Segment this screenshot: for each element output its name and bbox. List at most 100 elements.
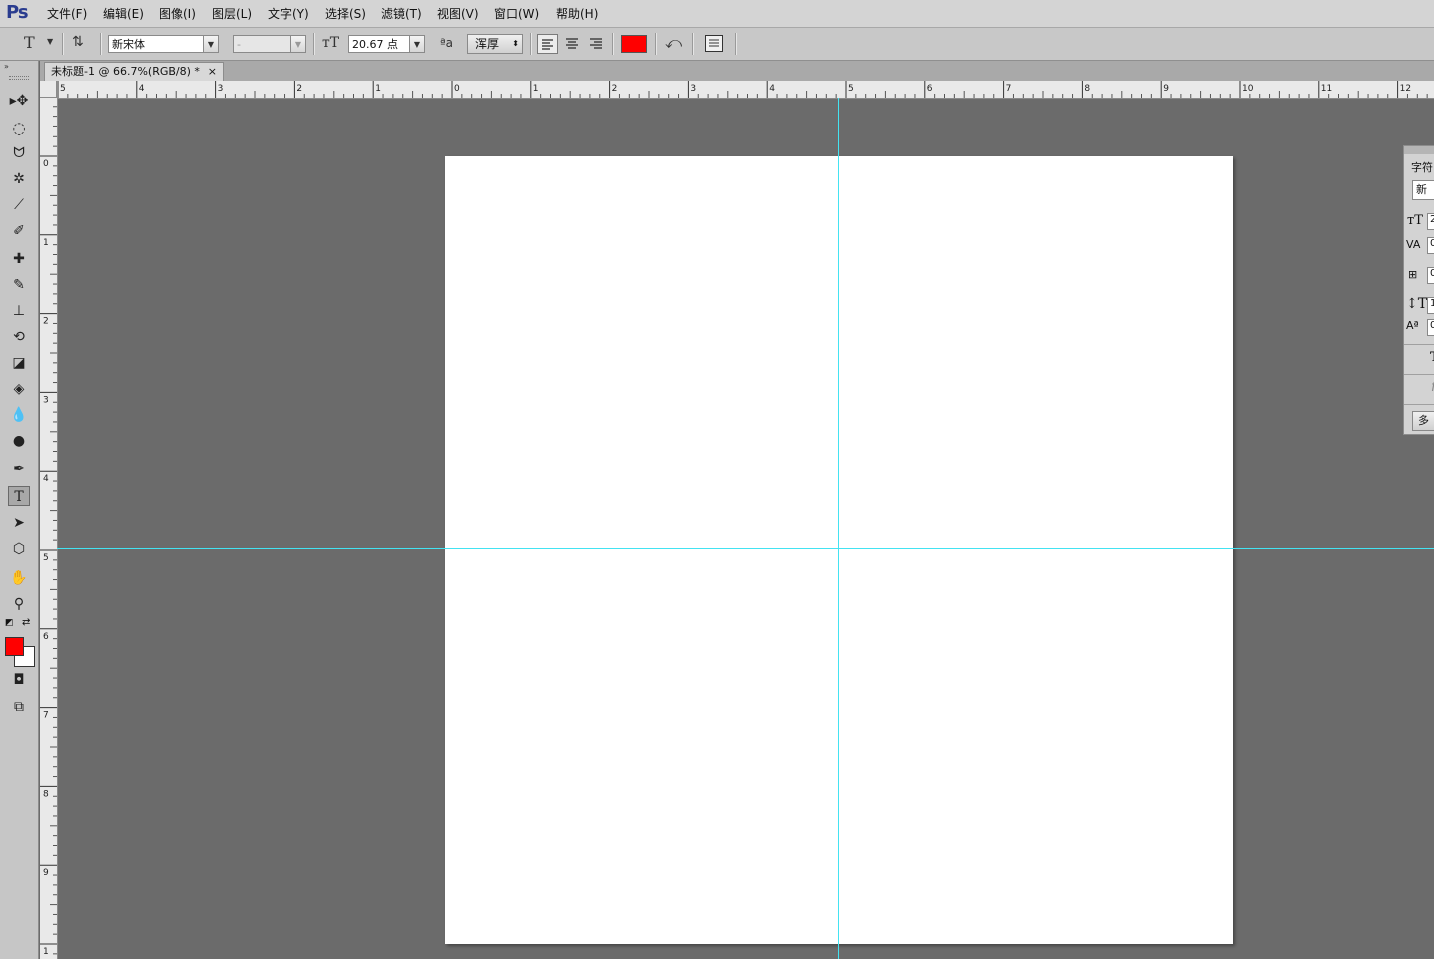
grip-handle[interactable] bbox=[9, 76, 29, 80]
menu-edit[interactable]: 编辑(E) bbox=[103, 5, 144, 22]
align-center-icon bbox=[566, 38, 578, 49]
ruler-label: 8 bbox=[1084, 84, 1090, 94]
text-color-swatch[interactable] bbox=[621, 35, 647, 53]
options-bar: T ▼ ⇅ 新宋体 ▼ - ▼ ᴛT 20.67 点 ▼ ªa 浑厚 ⬍ ⤺ bbox=[0, 28, 1434, 61]
ruler-label: 12 bbox=[1400, 84, 1411, 94]
menu-image[interactable]: 图像(I) bbox=[159, 5, 196, 22]
foreground-color-swatch[interactable] bbox=[5, 637, 24, 656]
panel-baseline-icon: Aª bbox=[1406, 319, 1419, 332]
menu-select[interactable]: 选择(S) bbox=[325, 5, 366, 22]
anti-alias-icon: ªa bbox=[440, 36, 454, 50]
paint-bucket-icon[interactable]: ◈ bbox=[8, 379, 30, 399]
character-panel-toggle-icon[interactable] bbox=[705, 35, 723, 52]
type-tool-preset-icon[interactable]: T bbox=[24, 33, 35, 52]
font-size-icon: ᴛT bbox=[322, 35, 340, 51]
quick-selection-icon[interactable]: ✲ bbox=[8, 169, 30, 189]
lasso-icon[interactable]: ᗢ bbox=[8, 143, 30, 163]
quick-mask-icon[interactable]: ◘ bbox=[8, 670, 30, 690]
panel-size-icon: ᴛT bbox=[1407, 213, 1423, 228]
app-logo: Ps bbox=[6, 2, 29, 23]
eyedropper-icon[interactable]: ✐ bbox=[8, 221, 30, 241]
character-panel-title[interactable]: 字符 bbox=[1411, 159, 1433, 175]
document-canvas[interactable] bbox=[445, 156, 1233, 944]
menu-filter[interactable]: 滤镜(T) bbox=[381, 5, 422, 22]
hand-tool-icon[interactable]: ✋ bbox=[8, 568, 30, 588]
faux-bold-button[interactable]: T bbox=[1430, 350, 1434, 365]
panel-kerning-field[interactable]: 0 bbox=[1427, 237, 1434, 254]
crop-tool-icon[interactable]: ⟋ bbox=[8, 195, 30, 215]
close-tab-icon[interactable]: × bbox=[208, 63, 217, 81]
font-family-field[interactable]: 新宋体 bbox=[108, 35, 204, 53]
font-style-field[interactable]: - bbox=[233, 35, 291, 53]
align-right-button[interactable] bbox=[586, 34, 607, 54]
shape-tool-icon[interactable]: ⬡ bbox=[8, 539, 30, 559]
panel-font-field[interactable]: 新 bbox=[1412, 180, 1434, 200]
vertical-guide[interactable] bbox=[838, 98, 839, 959]
ruler-label: 4 bbox=[769, 84, 775, 94]
document-tab-title: 未标题-1 @ 66.7%(RGB/8) * bbox=[51, 65, 200, 78]
ruler-label: 5 bbox=[848, 84, 854, 94]
ruler-label: 5 bbox=[43, 553, 49, 563]
anti-alias-select[interactable]: 浑厚 ⬍ bbox=[467, 34, 523, 54]
updown-icon: ⬍ bbox=[512, 39, 519, 48]
pen-tool-icon[interactable]: ✒ bbox=[8, 459, 30, 479]
text-orientation-icon[interactable]: ⇅ bbox=[72, 34, 84, 50]
dodge-tool-icon[interactable]: ● bbox=[8, 431, 30, 451]
panel-leading-field[interactable]: 1 bbox=[1427, 297, 1434, 314]
default-colors-icon[interactable]: ◩ bbox=[5, 618, 14, 628]
ruler-label: 1 bbox=[375, 84, 381, 94]
screen-mode-icon[interactable]: ⧉ bbox=[8, 697, 30, 717]
eraser-icon[interactable]: ◪ bbox=[8, 353, 30, 373]
warp-text-icon[interactable]: ⤺ bbox=[665, 33, 682, 53]
font-size-field[interactable]: 20.67 点 bbox=[348, 35, 410, 53]
swap-colors-icon[interactable]: ⇄ bbox=[22, 617, 30, 628]
panel-tracking-field[interactable]: 0 bbox=[1427, 267, 1434, 284]
tools-panel: » ▸✥ ◌ ᗢ ✲ ⟋ ✐ ✚ ✎ ⊥ ⟲ ◪ ◈ 💧 ● ✒ T ➤ ⬡ ✋… bbox=[0, 61, 39, 959]
ruler-label: 7 bbox=[1006, 84, 1012, 94]
ruler-label: 4 bbox=[139, 84, 145, 94]
panel-header-bar[interactable] bbox=[1404, 146, 1434, 154]
vertical-ruler[interactable]: 0 1 2 3 4 5 6 7 8 9 1 bbox=[40, 98, 58, 959]
type-tool-icon[interactable]: T bbox=[8, 486, 30, 506]
document-tab-strip bbox=[40, 61, 1434, 81]
brush-icon[interactable]: ✎ bbox=[8, 275, 30, 295]
font-size-dropdown-icon[interactable]: ▼ bbox=[409, 35, 425, 53]
ruler-label: 10 bbox=[1242, 84, 1254, 94]
ruler-label: 2 bbox=[43, 317, 49, 327]
ruler-label: 1 bbox=[43, 238, 49, 248]
history-brush-icon[interactable]: ⟲ bbox=[8, 327, 30, 347]
zoom-tool-icon[interactable]: ⚲ bbox=[8, 594, 30, 614]
horizontal-guide[interactable] bbox=[57, 548, 1434, 549]
menu-type[interactable]: 文字(Y) bbox=[268, 5, 309, 22]
elliptical-marquee-icon[interactable]: ◌ bbox=[8, 118, 30, 138]
preset-chevron-icon[interactable]: ▼ bbox=[47, 37, 53, 46]
ruler-label: 3 bbox=[218, 84, 224, 94]
ruler-label: 9 bbox=[43, 868, 49, 878]
document-tab[interactable]: 未标题-1 @ 66.7%(RGB/8) * × bbox=[44, 62, 224, 81]
path-selection-icon[interactable]: ➤ bbox=[8, 513, 30, 533]
align-left-button[interactable] bbox=[537, 34, 558, 54]
menu-window[interactable]: 窗口(W) bbox=[494, 5, 539, 22]
panel-kerning-icon: VA bbox=[1406, 238, 1421, 251]
menu-file[interactable]: 文件(F) bbox=[47, 5, 87, 22]
collapse-icon[interactable]: » bbox=[4, 62, 9, 71]
menu-view[interactable]: 视图(V) bbox=[437, 5, 479, 22]
horizontal-ruler[interactable]: 5 4 3 2 1 0 1 2 3 4 5 6 7 8 9 10 11 12 bbox=[40, 81, 1434, 99]
language-select[interactable]: 多 bbox=[1412, 411, 1434, 431]
font-style-dropdown-icon[interactable]: ▼ bbox=[290, 35, 306, 53]
blur-tool-icon[interactable]: 💧 bbox=[8, 405, 30, 425]
move-tool-icon[interactable]: ▸✥ bbox=[8, 91, 30, 111]
ruler-origin[interactable] bbox=[40, 81, 57, 98]
clone-stamp-icon[interactable]: ⊥ bbox=[8, 301, 30, 321]
panel-size-field[interactable]: 2 bbox=[1427, 213, 1434, 230]
align-center-button[interactable] bbox=[562, 34, 583, 54]
ruler-label: 9 bbox=[1163, 84, 1169, 94]
panel-baseline-field[interactable]: 0 bbox=[1427, 319, 1434, 336]
menu-help[interactable]: 帮助(H) bbox=[556, 5, 598, 22]
font-family-dropdown-icon[interactable]: ▼ bbox=[203, 35, 219, 53]
menu-layer[interactable]: 图层(L) bbox=[212, 5, 252, 22]
ruler-label: 11 bbox=[1321, 84, 1332, 94]
healing-brush-icon[interactable]: ✚ bbox=[8, 249, 30, 269]
align-left-icon bbox=[542, 39, 553, 50]
ruler-label: 5 bbox=[60, 84, 66, 94]
